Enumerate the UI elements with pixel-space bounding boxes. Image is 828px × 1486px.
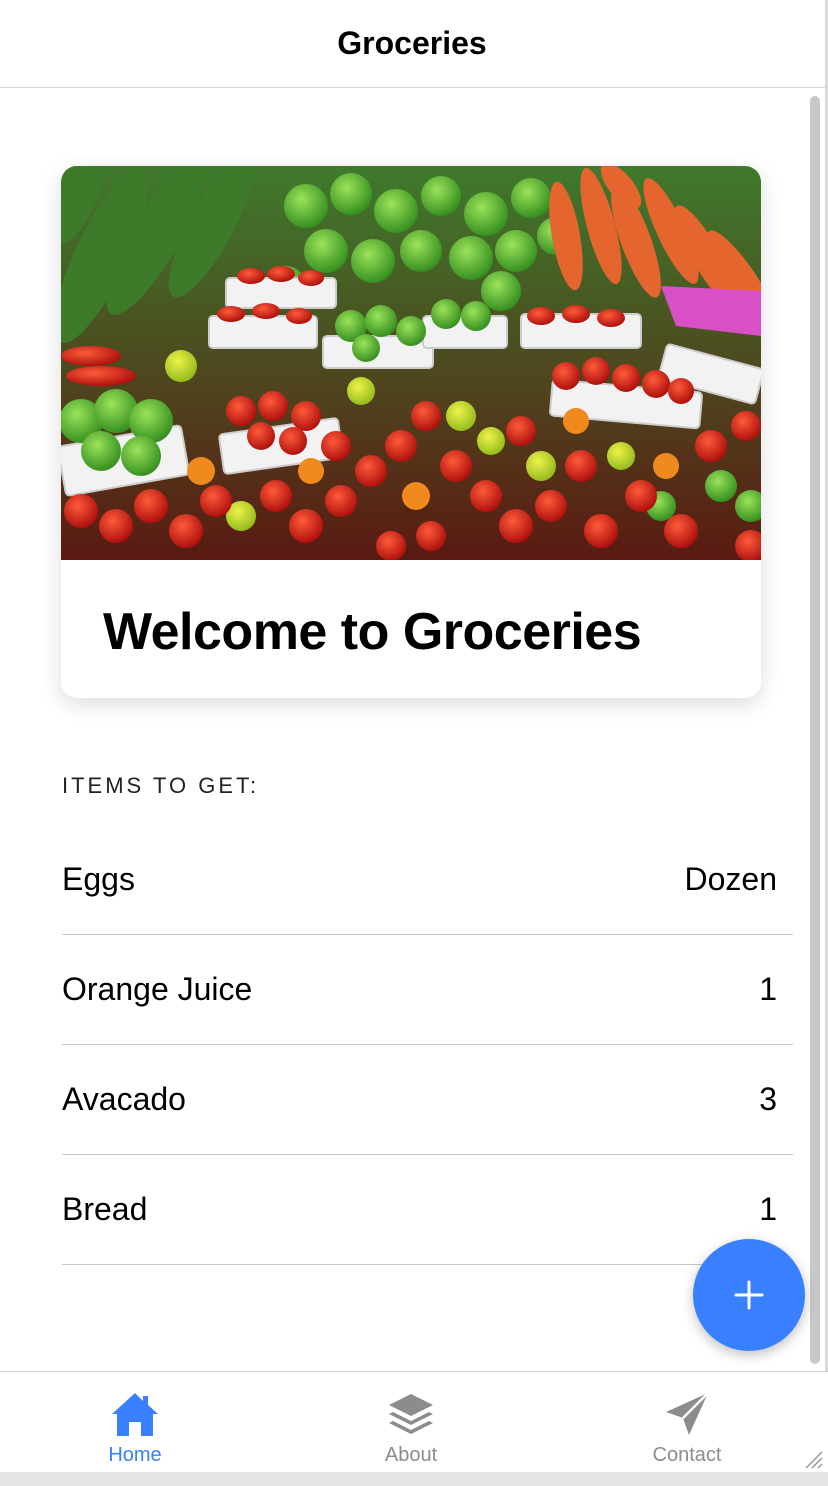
item-name: Avacado — [62, 1081, 186, 1117]
tab-contact[interactable]: Contact — [587, 1372, 787, 1473]
layers-icon — [389, 1394, 433, 1434]
list-header: ITEMS TO GET: — [62, 773, 260, 798]
item-name: Orange Juice — [62, 971, 253, 1007]
item-name: Eggs — [62, 861, 135, 897]
page-title: Groceries — [337, 25, 487, 61]
scrollbar[interactable] — [808, 92, 822, 1368]
content-area[interactable]: Welcome to Groceries ITEMS TO GET: Eggs … — [0, 89, 808, 1371]
item-quantity: 3 — [759, 1081, 777, 1117]
app-window: Groceries Welcome to Groceries ITEMS TO … — [0, 0, 828, 1486]
grocery-list: Eggs Dozen Orange Juice 1 Avacado 3 Brea… — [62, 825, 793, 1265]
item-quantity: 1 — [759, 1191, 777, 1227]
scrollbar-thumb[interactable] — [810, 96, 820, 1364]
item-quantity: 1 — [759, 971, 777, 1007]
item-quantity: Dozen — [684, 861, 778, 897]
tab-bar: Home About Contact — [0, 1371, 828, 1472]
toolbar: Groceries — [0, 0, 828, 88]
list-item[interactable]: Orange Juice 1 — [62, 935, 793, 1045]
list-item[interactable]: Eggs Dozen — [62, 825, 793, 935]
window-bottom-edge — [0, 1472, 828, 1486]
tab-about[interactable]: About — [311, 1372, 511, 1473]
home-icon — [112, 1393, 158, 1436]
list-item[interactable]: Avacado 3 — [62, 1045, 793, 1155]
vegetables-image — [61, 166, 761, 560]
tab-label: About — [384, 1444, 438, 1466]
add-icon — [734, 1280, 764, 1310]
paper-plane-icon — [666, 1392, 709, 1435]
welcome-card: Welcome to Groceries — [61, 166, 761, 698]
list-item[interactable]: Bread 1 — [62, 1155, 793, 1265]
resize-grip-icon[interactable] — [800, 1446, 824, 1470]
tab-label: Contact — [652, 1444, 722, 1466]
add-item-button[interactable] — [693, 1239, 805, 1351]
item-name: Bread — [62, 1191, 148, 1227]
card-title: Welcome to Groceries — [103, 603, 642, 661]
tab-label: Home — [108, 1444, 162, 1466]
tab-home[interactable]: Home — [35, 1372, 235, 1473]
